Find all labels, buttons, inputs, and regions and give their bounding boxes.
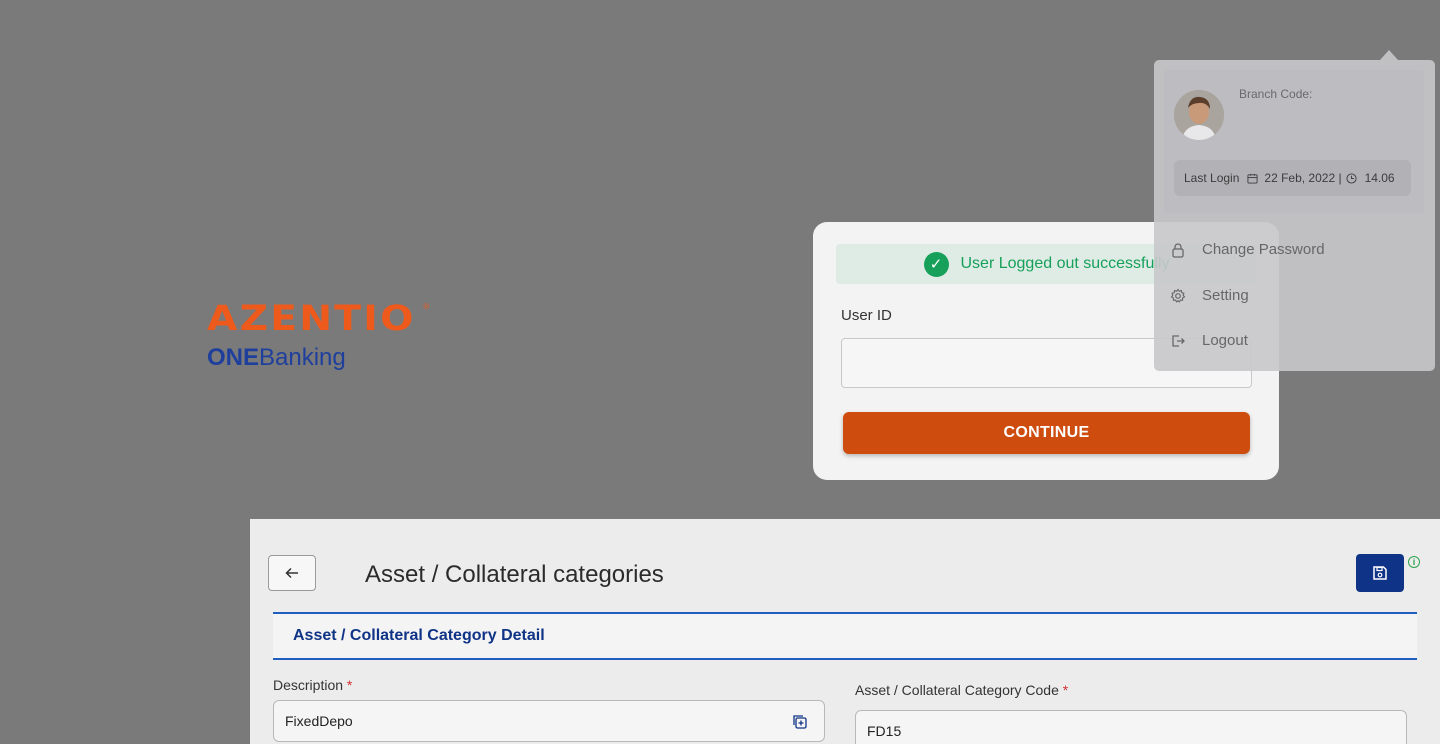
required-marker: *	[1062, 682, 1069, 698]
required-marker: *	[346, 677, 353, 693]
description-label-text: Description	[273, 677, 344, 693]
category-code-label: Asset / Collateral Category Code *	[855, 682, 1068, 698]
user-id-label: User ID	[841, 307, 892, 324]
description-field[interactable]: FixedDepo	[273, 700, 825, 742]
gear-icon	[1170, 288, 1186, 303]
avatar	[1174, 90, 1224, 140]
last-login-label: Last Login	[1184, 171, 1240, 185]
branch-code-label: Branch Code:	[1239, 87, 1313, 101]
logout-icon	[1172, 334, 1185, 347]
description-label: Description *	[273, 677, 352, 693]
clock-icon	[1346, 172, 1357, 184]
logo-trademark: ®	[423, 302, 430, 311]
info-icon[interactable]: i	[1408, 556, 1420, 568]
section-title: Asset / Collateral Category Detail	[293, 627, 545, 644]
azentio-logo: AZENTIO ® ONEBanking	[207, 300, 429, 371]
menu-item-setting[interactable]: Setting	[1170, 287, 1249, 304]
profile-menu: Branch Code: Last Login 22 Feb, 2022 | 1…	[1154, 60, 1435, 371]
category-code-value: FD15	[867, 723, 902, 739]
menu-item-label: Logout	[1202, 332, 1248, 349]
page-title: Asset / Collateral categories	[365, 561, 664, 588]
category-code-label-text: Asset / Collateral Category Code	[855, 682, 1059, 698]
profile-header: Branch Code: Last Login 22 Feb, 2022 | 1…	[1164, 70, 1424, 213]
menu-item-change-password[interactable]: Change Password	[1170, 241, 1325, 258]
calendar-icon	[1247, 173, 1258, 184]
logo-one: ONE	[207, 344, 260, 371]
continue-button[interactable]: CONTINUE	[843, 412, 1250, 454]
profile-menu-caret	[1380, 50, 1398, 60]
menu-item-label: Change Password	[1202, 241, 1325, 258]
back-button[interactable]	[268, 555, 316, 591]
last-login-date: 22 Feb, 2022 |	[1264, 171, 1342, 185]
logo-product-name: ONEBanking	[207, 345, 399, 371]
add-copy-icon[interactable]	[792, 714, 808, 730]
menu-item-logout[interactable]: Logout	[1170, 332, 1248, 349]
category-code-field[interactable]: FD15	[855, 710, 1407, 744]
menu-item-label: Setting	[1202, 287, 1249, 304]
arrow-left-icon	[285, 567, 298, 579]
logo-banking: Banking	[259, 344, 346, 371]
save-icon	[1373, 566, 1387, 580]
logo-wordmark: AZENTIO	[207, 299, 416, 339]
last-login-info: Last Login 22 Feb, 2022 | 14.06	[1174, 160, 1411, 196]
check-circle-icon: ✓	[923, 251, 949, 277]
asset-category-form: Asset / Collateral categories i Asset / …	[250, 519, 1440, 744]
save-button[interactable]	[1356, 554, 1404, 592]
lock-icon	[1172, 242, 1184, 258]
last-login-time: 14.06	[1364, 171, 1395, 185]
alert-message: User Logged out successfully	[960, 255, 1170, 272]
tab-category-detail[interactable]: Asset / Collateral Category Detail	[273, 612, 1417, 660]
description-value: FixedDepo	[285, 713, 353, 729]
